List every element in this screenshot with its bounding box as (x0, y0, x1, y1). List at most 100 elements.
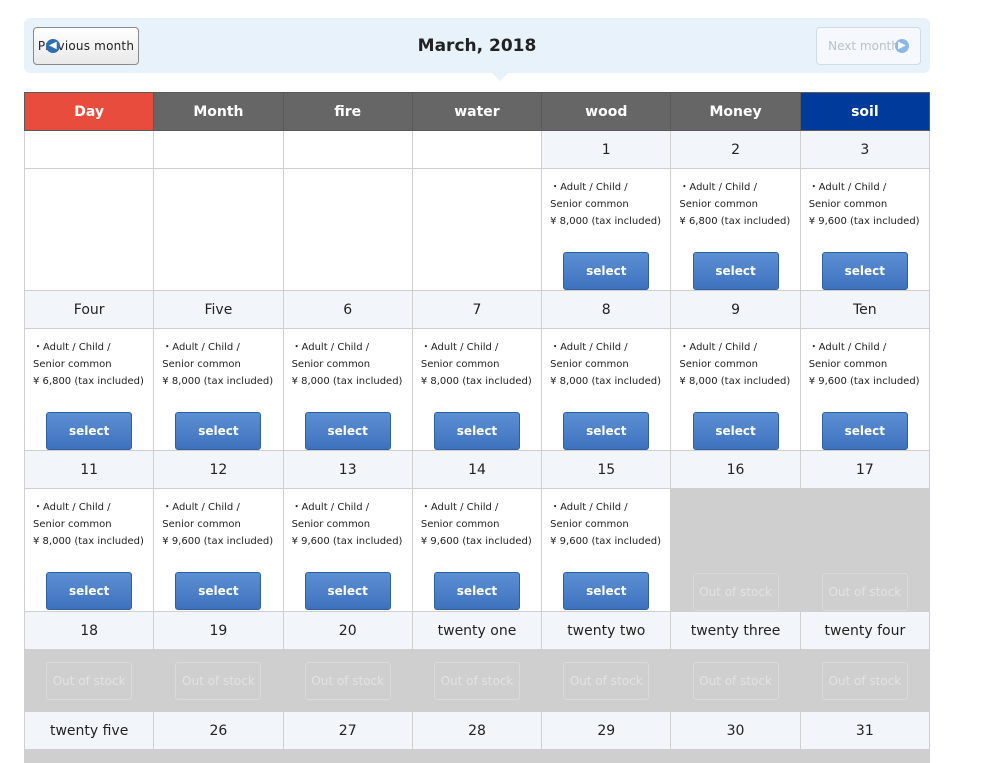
select-button[interactable]: select (46, 572, 133, 610)
availability-cell: ・Adult / Child / Senior common ¥ 8,000 (… (153, 328, 284, 451)
select-button[interactable]: select (692, 412, 779, 450)
date-cell: 12 (153, 450, 284, 489)
select-button[interactable]: select (433, 572, 520, 610)
empty-cell (153, 168, 284, 291)
date-cell: 13 (282, 450, 413, 489)
availability-cell: ・Adult / Child / Senior common ¥ 6,800 (… (670, 168, 801, 291)
right-arrow-icon: ▶ (894, 39, 909, 53)
date-row: 11 12 13 14 15 16 17 (23, 450, 931, 489)
sold-out-cell: Out of stock (670, 649, 801, 712)
price-info: ・Adult / Child / Senior common ¥ 9,600 (… (162, 502, 274, 547)
availability-cell: ・Adult / Child / Senior common ¥ 8,000 (… (670, 328, 801, 451)
price-info: ・Adult / Child / Senior common ¥ 8,000 (… (291, 342, 403, 387)
date-cell: 31 (799, 711, 931, 750)
date-cell: twenty four (799, 611, 931, 650)
availability-cell: ・Adult / Child / Senior common ¥ 9,600 (… (153, 488, 284, 612)
weekday-header: wood (541, 92, 672, 131)
availability-cell: ・Adult / Child / Senior common ¥ 9,600 (… (282, 488, 413, 612)
availability-row: ・Adult / Child / Senior common ¥ 6,800 (… (23, 328, 931, 451)
date-cell: 18 (23, 611, 155, 650)
date-cell: 30 (670, 711, 801, 750)
select-button[interactable]: select (821, 412, 908, 450)
date-row: twenty five 26 27 28 29 30 31 (23, 711, 931, 750)
month-navigation-bar: ◀ Previous month March, 2018 Next month … (24, 18, 930, 81)
date-cell: 6 (282, 290, 413, 329)
availability-cell: ・Adult / Child / Senior common ¥ 9,600 (… (799, 328, 931, 451)
sold-out-cell (799, 749, 931, 763)
booking-calendar: Day Month fire water wood Money soil 123… (23, 92, 931, 763)
price-info: ・Adult / Child / Senior common ¥ 6,800 (… (33, 342, 144, 387)
date-cell: twenty five (23, 711, 155, 750)
date-cell (153, 130, 284, 169)
select-button[interactable]: select (563, 572, 650, 610)
date-cell: 11 (23, 450, 155, 489)
sold-out-cell (541, 749, 672, 763)
date-cell: 26 (153, 711, 284, 750)
select-button[interactable]: select (304, 572, 391, 610)
select-button[interactable]: select (46, 412, 133, 450)
date-cell: 2 (670, 130, 801, 169)
date-cell: 28 (411, 711, 543, 750)
select-button[interactable]: select (563, 412, 650, 450)
next-month-button[interactable]: Next month ▶ (816, 27, 921, 65)
price-info: ・Adult / Child / Senior common ¥ 9,600 (… (291, 502, 403, 547)
select-button[interactable]: select (821, 252, 908, 290)
date-cell: 16 (670, 450, 801, 489)
weekday-header: Money (670, 92, 801, 131)
sold-out-cell: Out of stock (153, 649, 284, 712)
date-row: 18 19 20 twenty one twenty two twenty three tw… (23, 611, 931, 650)
select-button[interactable]: select (563, 252, 650, 290)
sold-out-cell (411, 749, 543, 763)
sold-out-cell (153, 749, 284, 763)
out-of-stock-button: Out of stock (304, 662, 391, 700)
date-cell: 15 (541, 450, 672, 489)
availability-cell: ・Adult / Child / Senior common ¥ 8,000 (… (23, 488, 155, 612)
sold-out-cell (670, 749, 801, 763)
date-cell: 19 (153, 611, 284, 650)
select-button[interactable]: select (175, 412, 262, 450)
next-month-label: Next month (828, 39, 899, 53)
nav-caret (492, 73, 508, 81)
date-cell: Four (23, 290, 155, 329)
sold-out-cell (282, 749, 413, 763)
select-button[interactable]: select (433, 412, 520, 450)
date-cell: Ten (799, 290, 931, 329)
date-cell: twenty three (670, 611, 801, 650)
out-of-stock-button: Out of stock (692, 573, 779, 611)
price-info: ・Adult / Child / Senior common ¥ 9,600 (… (420, 502, 532, 547)
date-cell (23, 130, 155, 169)
select-button[interactable]: select (175, 572, 262, 610)
date-cell: 9 (670, 290, 801, 329)
weekday-header: Day (23, 92, 155, 131)
out-of-stock-button: Out of stock (563, 662, 650, 700)
availability-cell: ・Adult / Child / Senior common ¥ 9,600 (… (799, 168, 931, 291)
date-cell: 20 (282, 611, 413, 650)
availability-cell: ・Adult / Child / Senior common ¥ 8,000 (… (282, 328, 413, 451)
availability-row: Out of stock Out of stock Out of stock Out … (23, 649, 931, 712)
date-cell: 3 (799, 130, 931, 169)
select-button[interactable]: select (304, 412, 391, 450)
sold-out-cell: Out of stock (799, 488, 931, 612)
empty-cell (411, 168, 543, 291)
out-of-stock-button: Out of stock (821, 662, 908, 700)
select-button[interactable]: select (692, 252, 779, 290)
sold-out-cell: Out of stock (411, 649, 543, 712)
date-cell: 1 (541, 130, 672, 169)
date-cell: 27 (282, 711, 413, 750)
date-cell: 8 (541, 290, 672, 329)
weekday-header-row: Day Month fire water wood Money soil (23, 92, 931, 131)
sold-out-cell: Out of stock (670, 488, 801, 612)
weekday-header: soil (799, 92, 931, 131)
availability-cell: ・Adult / Child / Senior common ¥ 8,000 (… (541, 328, 672, 451)
date-row: 123 (23, 130, 931, 169)
out-of-stock-button: Out of stock (692, 662, 779, 700)
calendar-month-title: March, 2018 (417, 36, 537, 56)
price-info: ・Adult / Child / Senior common ¥ 8,000 (… (550, 182, 661, 227)
date-cell: 7 (411, 290, 543, 329)
date-cell: 29 (541, 711, 672, 750)
sold-out-cell: Out of stock (799, 649, 931, 712)
date-cell (411, 130, 543, 169)
price-info: ・Adult / Child / Senior common ¥ 8,000 (… (162, 342, 274, 387)
date-cell: twenty two (541, 611, 672, 650)
price-info: ・Adult / Child / Senior common ¥ 9,600 (… (808, 342, 920, 387)
